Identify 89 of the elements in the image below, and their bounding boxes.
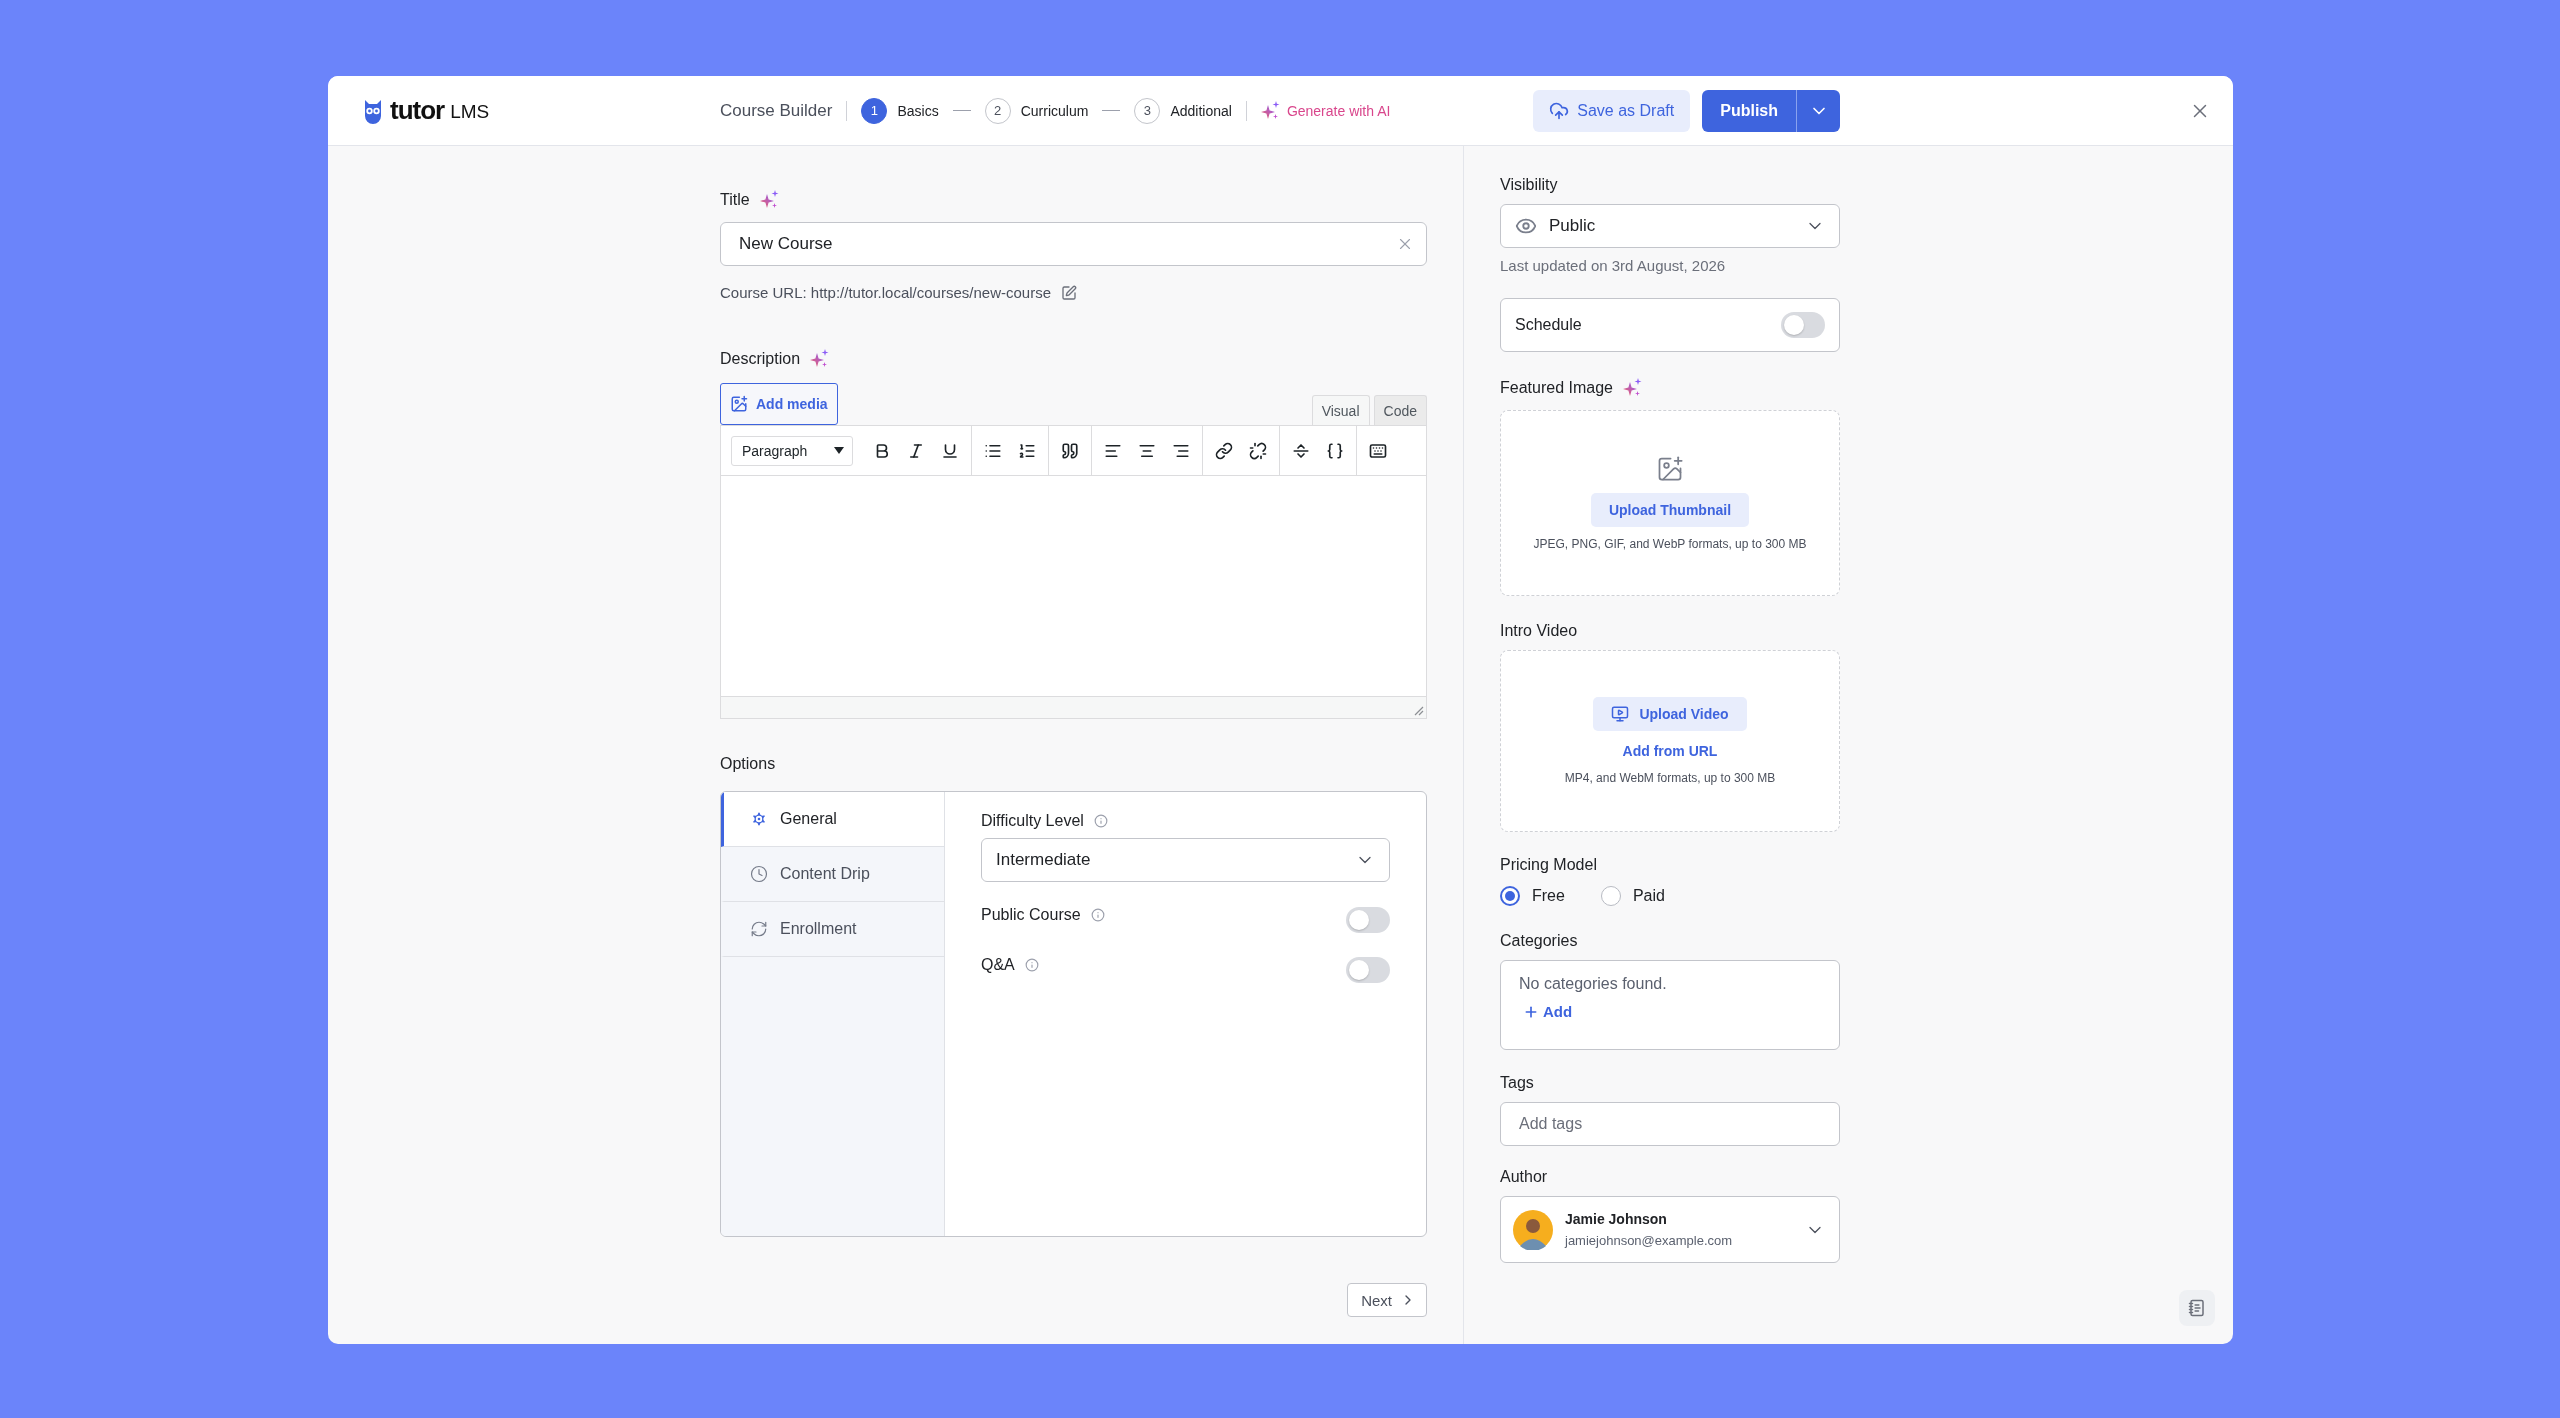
image-add-icon [1656,455,1684,483]
next-button[interactable]: Next [1347,1283,1427,1317]
sparkle-icon[interactable] [1622,378,1643,398]
save-draft-button[interactable]: Save as Draft [1533,89,1691,132]
field-label: Difficulty Level [981,812,1084,830]
radio-dot[interactable] [1600,886,1621,906]
course-url-text: Course URL: http://tutor.local/courses/new-course [720,284,1051,301]
step-number[interactable]: 2 [984,97,1011,124]
format-note: MP4, and WebM formats, up to 300 MB [1564,771,1776,785]
editor-tab[interactable]: Code [1373,395,1427,425]
info-icon[interactable] [1093,814,1108,828]
format-select[interactable]: Paragraph [731,435,853,466]
format-note: JPEG, PNG, GIF, and WebP formats, up to 300 MB [1533,537,1807,551]
radio-dot[interactable] [1500,886,1520,906]
add-category-link[interactable]: Add [1523,1003,1573,1020]
pricing-radio[interactable]: Paid [1600,886,1665,906]
field-label: Featured Image [1500,379,1613,397]
logo-text: tutor [390,95,445,126]
owl-logo-icon [362,97,384,124]
read-more-icon [1292,441,1310,460]
logo-suffix: LMS [450,101,490,123]
notebook-button[interactable] [2179,1290,2215,1326]
video-icon [1611,705,1630,723]
blockquote-icon [1061,441,1079,460]
author-select[interactable]: Jamie Johnson jamiejohnson@example.com [1500,1196,1840,1263]
italic-icon [907,441,925,460]
publish-menu-button[interactable] [1796,89,1840,132]
tags-field[interactable]: Add tags [1500,1102,1840,1146]
gear-icon [750,810,768,828]
link-icon [1215,441,1233,460]
generate-ai-link[interactable]: Generate with AI [1245,100,1391,121]
field-label: Visibility [1500,176,1558,194]
upload-video-button[interactable]: Upload Video [1593,697,1747,731]
toggle-switch[interactable] [1781,312,1825,338]
step-label[interactable]: Curriculum [1020,102,1089,119]
toggle-switch[interactable] [1346,957,1390,983]
add-from-url-link[interactable]: Add from URL [1622,743,1718,759]
options-tab[interactable]: General [721,792,944,847]
last-updated-text: Last updated on 3rd August, 2026 [1500,257,1727,274]
options-tab[interactable]: Enrollment [721,902,944,957]
rich-text-editor[interactable]: Paragraph [720,425,1427,719]
title-field[interactable]: New Course [720,222,1427,266]
field-label: Categories [1500,932,1578,950]
page-title: Course Builder [720,100,848,121]
underline-icon [941,441,959,460]
editor-tab[interactable]: Visual [1311,395,1370,425]
keyboard-icon [1369,441,1387,460]
upload-thumbnail-button[interactable]: Upload Thumbnail [1590,493,1750,527]
media-icon [730,395,748,413]
notebook-icon [2188,1299,2206,1317]
field-label: Pricing Model [1500,856,1597,874]
field-label: Intro Video [1500,622,1578,640]
step-label[interactable]: Basics [897,102,939,119]
empty-message: No categories found. [1519,975,1667,993]
field-label: Title [720,191,750,209]
toggle-label: Schedule [1515,316,1582,334]
unlink-icon [1249,441,1267,460]
step-number[interactable]: 3 [1134,97,1161,124]
edit-icon[interactable] [1061,284,1077,301]
refresh-icon [750,920,768,938]
caret-icon [834,447,844,454]
cloud-upload-icon [1549,100,1570,121]
video-dropzone[interactable]: Upload Video Add from URL MP4, and WebM formats, up to 300 MB [1500,650,1840,832]
info-icon[interactable] [1090,908,1105,922]
field-label: Tags [1500,1074,1534,1092]
numbered-list-icon [1018,441,1036,460]
add-media-button[interactable]: Add media [720,383,838,425]
visibility-select[interactable]: Public [1500,204,1840,248]
publish-button[interactable]: Publish [1702,89,1796,132]
step-label[interactable]: Additional [1170,102,1232,119]
field-label: Author [1500,1168,1548,1186]
sparkle-icon[interactable] [1260,100,1281,121]
toggle-switch[interactable] [1346,907,1390,933]
toggle-label: Q&A [981,956,1015,974]
options-tab[interactable]: Content Drip [721,847,944,902]
section-label: Options [720,755,776,773]
sparkle-icon[interactable] [759,190,780,210]
resize-handle-icon[interactable] [1414,706,1424,716]
image-dropzone[interactable]: Upload Thumbnail JPEG, PNG, GIF, and WebP formats, up to 300 MB [1500,410,1840,596]
step-number[interactable]: 1 [861,97,888,124]
difficulty-select[interactable]: Intermediate [981,838,1390,882]
code-icon [1326,441,1344,460]
sparkle-icon[interactable] [810,349,831,369]
clock-icon [750,865,768,883]
toggle-label: Public Course [981,906,1081,924]
info-icon[interactable] [1024,958,1039,972]
avatar [1513,1209,1553,1250]
pricing-radio[interactable]: Free [1500,886,1565,906]
field-label: Description [720,350,801,368]
